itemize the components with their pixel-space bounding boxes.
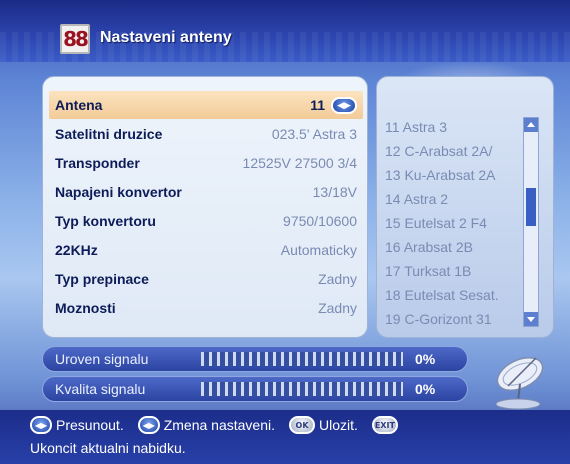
setting-label: Napajeni konvertor	[55, 184, 182, 200]
scrollbar-thumb[interactable]	[526, 188, 536, 226]
setting-label: Antena	[55, 97, 103, 113]
signal-level-bar: Uroven signalu 0%	[42, 346, 468, 372]
scroll-down-icon[interactable]	[524, 312, 538, 326]
hint-save: Ulozit.	[319, 417, 358, 433]
setting-label: 22KHz	[55, 242, 98, 258]
signal-quality-bar: Kvalita signalu 0%	[42, 376, 468, 402]
setting-row-options[interactable]: Moznosti Zadny	[49, 294, 363, 322]
left-right-arrows-icon: ◀▶	[137, 416, 160, 434]
footer-hints: ◀▶ Presunout. ◀▶ Zmena nastaveni. OK Ulo…	[30, 416, 402, 434]
setting-label: Typ prepinace	[55, 271, 149, 287]
signal-quality-label: Kvalita signalu	[55, 381, 146, 397]
setting-value: Zadny	[318, 271, 357, 287]
setting-label: Moznosti	[55, 300, 116, 316]
setting-row-lnb-power[interactable]: Napajeni konvertor 13/18V	[49, 178, 363, 206]
page-title: Nastaveni anteny	[100, 29, 232, 46]
list-item[interactable]: 12 C-Arabsat 2A/	[385, 139, 527, 163]
hint-change: Zmena nastaveni.	[163, 417, 276, 433]
setting-value: Automaticky	[280, 242, 357, 258]
settings-panel: Antena 11 ◀▶ Satelitni druzice 023.5' As…	[42, 76, 368, 338]
satellite-list: 11 Astra 3 12 C-Arabsat 2A/ 13 Ku-Arabsa…	[385, 115, 527, 331]
setting-row-switch-type[interactable]: Typ prepinace Zadny	[49, 265, 363, 293]
list-item[interactable]: 11 Astra 3	[385, 115, 527, 139]
list-scrollbar[interactable]	[523, 117, 539, 327]
exit-icon: EXIT	[371, 416, 398, 434]
setting-value: 9750/10600	[283, 213, 357, 229]
signal-quality-meter	[201, 382, 403, 396]
setting-row-transponder[interactable]: Transponder 12525V 27500 3/4	[49, 149, 363, 177]
menu-logo-icon: 88	[60, 24, 90, 54]
signal-level-value: 0%	[415, 351, 436, 367]
scroll-up-icon[interactable]	[524, 118, 538, 132]
signal-quality-value: 0%	[415, 381, 436, 397]
setting-value: 13/18V	[312, 184, 357, 200]
header: 88 Nastaveni anteny	[0, 0, 570, 62]
list-item[interactable]: 16 Arabsat 2B	[385, 235, 527, 259]
satellite-dish-icon	[495, 357, 544, 410]
setting-value: 11	[310, 97, 325, 113]
list-item[interactable]: 17 Turksat 1B	[385, 259, 527, 283]
signal-level-label: Uroven signalu	[55, 351, 149, 367]
arrows-icon: ◀▶	[30, 416, 52, 434]
setting-label: Satelitni druzice	[55, 126, 163, 142]
list-item[interactable]: 15 Eutelsat 2 F4	[385, 211, 527, 235]
list-item[interactable]: 18 Eutelsat Sesat.	[385, 283, 527, 307]
list-item[interactable]: 19 C-Gorizont 31	[385, 307, 527, 331]
setting-value: Zadny	[318, 300, 357, 316]
list-item[interactable]: 14 Astra 2	[385, 187, 527, 211]
ok-icon: OK	[289, 416, 316, 434]
list-item[interactable]: 13 Ku-Arabsat 2A	[385, 163, 527, 187]
setting-value: 12525V 27500 3/4	[242, 155, 357, 171]
hint-move: Presunout.	[56, 417, 124, 433]
setting-row-satellite[interactable]: Satelitni druzice 023.5' Astra 3	[49, 120, 363, 148]
hint-exit: Ukoncit aktualni nabidku.	[30, 440, 186, 456]
setting-row-antena[interactable]: Antena 11 ◀▶	[49, 91, 363, 119]
logo-text: 88	[63, 27, 89, 51]
satellite-list-panel: 11 Astra 3 12 C-Arabsat 2A/ 13 Ku-Arabsa…	[376, 76, 554, 338]
setting-value: 023.5' Astra 3	[271, 126, 357, 142]
setting-row-lnb-type[interactable]: Typ konvertoru 9750/10600	[49, 207, 363, 235]
signal-level-meter	[201, 352, 403, 366]
left-right-arrows-icon[interactable]: ◀▶	[331, 96, 357, 114]
setting-label: Transponder	[55, 155, 140, 171]
setting-row-22khz[interactable]: 22KHz Automaticky	[49, 236, 363, 264]
setting-label: Typ konvertoru	[55, 213, 156, 229]
footer-help: ◀▶ Presunout. ◀▶ Zmena nastaveni. OK Ulo…	[0, 410, 570, 464]
